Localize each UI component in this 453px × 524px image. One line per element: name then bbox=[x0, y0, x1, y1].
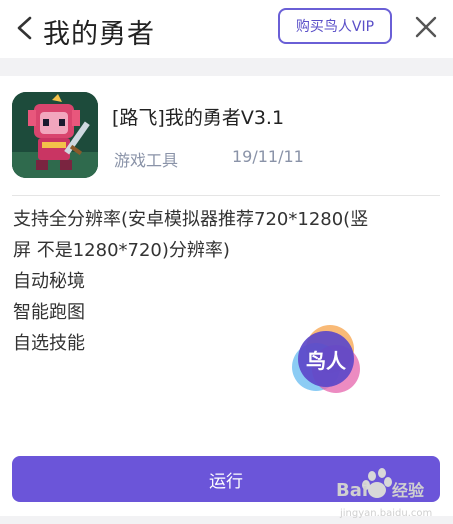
app-icon bbox=[12, 92, 98, 178]
watermark-brand: Bai bbox=[336, 480, 368, 501]
birdman-float-badge-icon[interactable]: 鸟人 bbox=[290, 323, 362, 395]
description-line: 自选技能 bbox=[13, 333, 85, 354]
buy-vip-button[interactable]: 购买鸟人VIP bbox=[278, 8, 392, 44]
app-description: 支持全分辨率(安卓模拟器推荐720*1280(竖 屏 不是1280*720)分辨… bbox=[13, 204, 433, 359]
app-date: 19/11/11 bbox=[232, 147, 304, 166]
close-icon[interactable] bbox=[414, 15, 438, 39]
header: 我的勇者 购买鸟人VIP bbox=[0, 0, 453, 58]
description-line: 智能跑图 bbox=[13, 302, 85, 323]
watermark-domain: jingyan.baidu.com bbox=[339, 508, 432, 519]
app-detail-card: [路飞]我的勇者V3.1 游戏工具 19/11/11 支持全分辨率(安卓模拟器推… bbox=[0, 76, 453, 516]
divider bbox=[12, 195, 440, 196]
back-arrow-icon[interactable] bbox=[14, 15, 36, 41]
hero-character-icon bbox=[12, 92, 98, 178]
app-category: 游戏工具 bbox=[114, 151, 179, 170]
description-line: 自动秘境 bbox=[13, 271, 85, 292]
description-line: 支持全分辨率(安卓模拟器推荐720*1280(竖 bbox=[13, 209, 369, 230]
description-line: 屏 不是1280*720)分辨率) bbox=[13, 240, 230, 261]
watermark-brand-cn: 经验 bbox=[392, 481, 425, 500]
page-title: 我的勇者 bbox=[43, 19, 155, 50]
app-title: [路飞]我的勇者V3.1 bbox=[112, 107, 285, 129]
badge-label: 鸟人 bbox=[306, 349, 347, 373]
baidu-jingyan-watermark: Bai 经验 jingyan.baidu.com bbox=[336, 468, 432, 519]
